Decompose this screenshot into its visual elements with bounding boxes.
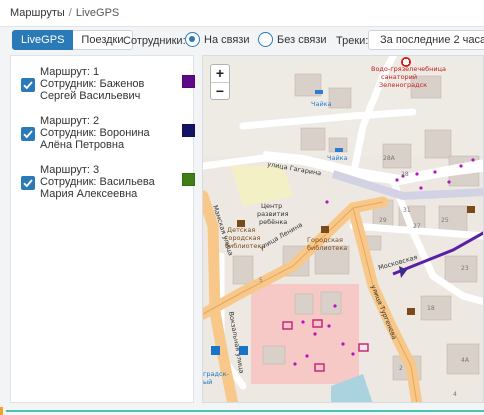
map-label-sanatorium-1: Водо-грязелечебница	[371, 65, 446, 73]
route-1-employee-name: Сергей Васильевич	[40, 90, 141, 102]
map-label-chayka-1: Чайка	[311, 100, 332, 108]
tab-livegps[interactable]: LiveGPS	[12, 30, 74, 50]
route-3-checkbox[interactable]	[21, 176, 35, 190]
map-label-sanatorium-2: санаторий	[381, 73, 417, 81]
radio-offline[interactable]: Без связи	[258, 32, 327, 47]
house-number: 25	[441, 217, 449, 224]
map-label-chayka-2: Чайка	[327, 154, 348, 162]
check-icon	[23, 81, 33, 90]
route-1-text: Маршрут: 1 Сотрудник: Баженов Сергей Вас…	[40, 66, 144, 102]
check-icon	[23, 179, 33, 188]
route-item-3[interactable]: Маршрут: 3 Сотрудник: Васильева Мария Ал…	[21, 164, 195, 204]
map-view[interactable]: Водо-грязелечебница санаторий Зеленоград…	[202, 55, 484, 403]
map-label-kids-lib-1: Детская	[227, 226, 255, 234]
map-label-station-2: ый	[203, 378, 212, 386]
map-label-center-2: развития	[257, 210, 289, 218]
breadcrumb-root[interactable]: Маршруты	[10, 7, 65, 19]
bottom-orange-marker	[0, 407, 3, 415]
route-1-employee: Сотрудник: Баженов	[40, 78, 145, 90]
route-2-employee-name: Алёна Петровна	[40, 139, 125, 151]
route-3-employee: Сотрудник: Васильева	[40, 176, 155, 188]
route-item-1[interactable]: Маршрут: 1 Сотрудник: Баженов Сергей Вас…	[21, 66, 195, 106]
house-number: 28А	[383, 155, 396, 162]
breadcrumb-separator: /	[68, 7, 72, 19]
route-3-text: Маршрут: 3 Сотрудник: Васильева Мария Ал…	[40, 164, 155, 200]
route-2-label: Маршрут: 2	[40, 115, 100, 127]
breadcrumb-current: LiveGPS	[75, 7, 120, 19]
route-1-checkbox[interactable]	[21, 78, 35, 92]
house-number: 4	[453, 391, 457, 398]
radio-online[interactable]: На связи	[185, 32, 249, 47]
map-label-center-1: Центр	[261, 202, 282, 210]
bottom-accent-line	[6, 410, 484, 412]
employees-label: Сотрудники:	[123, 35, 186, 47]
route-2-text: Маршрут: 2 Сотрудник: Воронина Алёна Пет…	[40, 115, 150, 151]
map-label-center-3: ребёнка	[259, 218, 287, 226]
house-number: 31	[403, 207, 411, 214]
house-number: 23	[461, 265, 469, 272]
map-canvas[interactable]: Водо-грязелечебница санаторий Зеленоград…	[203, 56, 484, 403]
house-number: 4А	[461, 357, 470, 364]
bottom-scroll-indicator	[0, 407, 484, 415]
route-3-label: Маршрут: 3	[40, 164, 100, 176]
tracks-select[interactable]: За последние 2 часа	[368, 30, 484, 50]
house-number: 5	[259, 277, 263, 284]
route-1-color-swatch[interactable]	[182, 75, 195, 88]
map-label-city-lib-1: Городская	[307, 236, 343, 244]
route-2-color-swatch[interactable]	[182, 124, 195, 137]
filter-toolbar: LiveGPS Поездки Сотрудники: На связи Без…	[0, 27, 484, 53]
house-number: 28	[401, 171, 409, 178]
tracks-label: Треки:	[336, 35, 369, 47]
radio-online-circle[interactable]	[185, 32, 200, 47]
map-label-city-lib-2: библиотека	[307, 244, 347, 252]
route-3-color-swatch[interactable]	[182, 173, 195, 186]
map-zoom-control: + −	[210, 64, 230, 100]
house-number: 27	[413, 223, 421, 230]
zoom-in-button[interactable]: +	[211, 65, 229, 82]
route-2-checkbox[interactable]	[21, 127, 35, 141]
check-icon	[23, 130, 33, 139]
route-1-label: Маршрут: 1	[40, 66, 100, 78]
house-number: 29	[379, 217, 387, 224]
zoom-out-button[interactable]: −	[211, 82, 229, 99]
route-2-employee: Сотрудник: Воронина	[40, 127, 150, 139]
house-number: 18	[427, 305, 435, 312]
radio-online-label: На связи	[204, 33, 250, 46]
map-label-station-1: градск-	[203, 370, 230, 378]
routes-panel: Маршрут: 1 Сотрудник: Баженов Сергей Вас…	[10, 55, 195, 403]
house-number: 2	[399, 365, 403, 372]
radio-offline-circle[interactable]	[258, 32, 273, 47]
route-item-2[interactable]: Маршрут: 2 Сотрудник: Воронина Алёна Пет…	[21, 115, 195, 155]
view-tabs: LiveGPS Поездки	[12, 30, 133, 50]
radio-offline-label: Без связи	[277, 33, 327, 46]
route-3-employee-name: Мария Алексеевна	[40, 188, 138, 200]
breadcrumb: Маршруты / LiveGPS	[0, 0, 484, 27]
map-label-sanatorium-3: Зеленоградск	[379, 81, 427, 89]
